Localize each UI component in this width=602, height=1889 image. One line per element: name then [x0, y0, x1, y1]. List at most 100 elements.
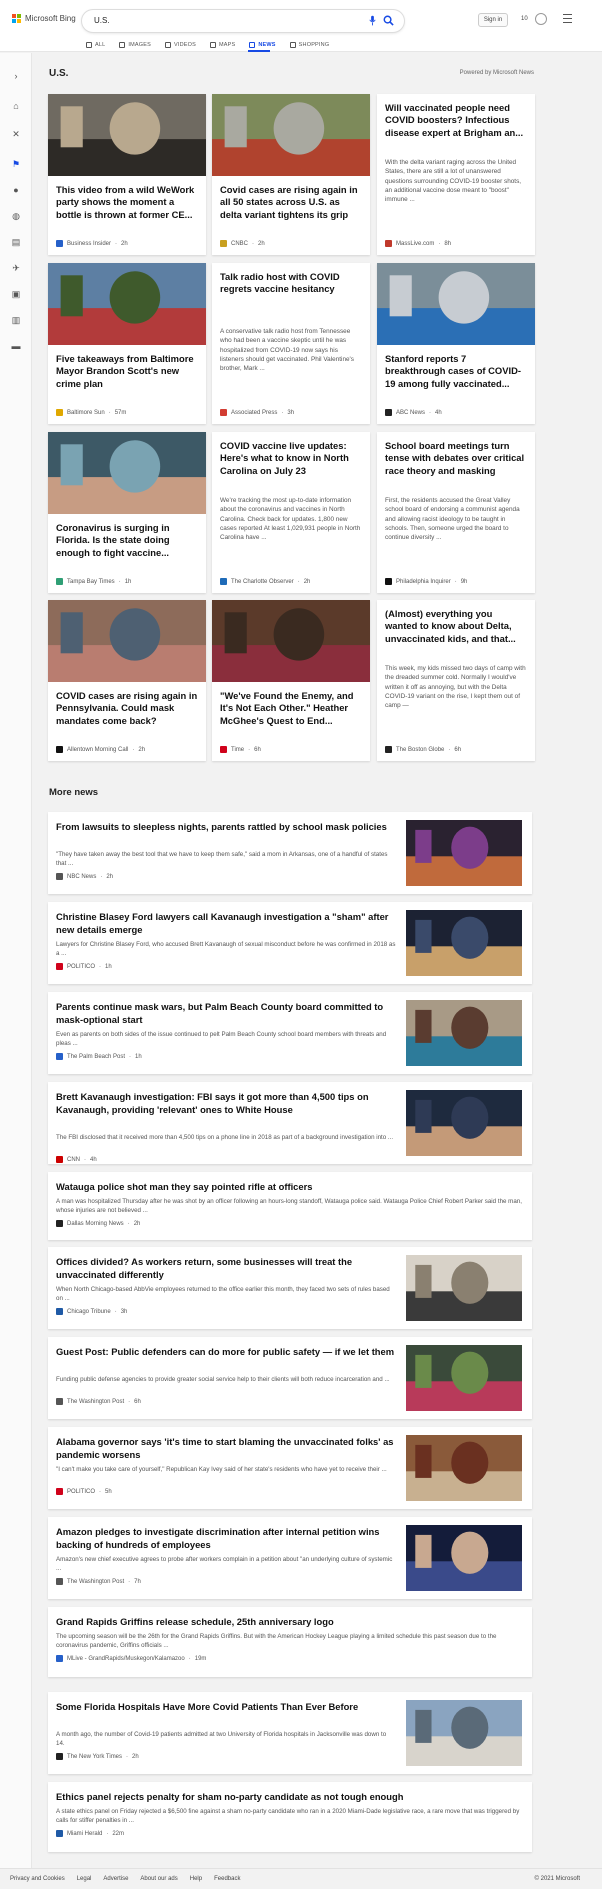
news-card[interactable]: Stanford reports 7 breakthrough cases of… — [377, 263, 535, 424]
news-source[interactable]: CNN · 4h — [56, 1156, 97, 1163]
news-row-headline[interactable]: Parents continue mask wars, but Palm Bea… — [56, 1001, 396, 1026]
expand-icon[interactable]: › — [11, 71, 21, 81]
news-card[interactable]: Talk radio host with COVID regrets vacci… — [212, 263, 370, 424]
news-source[interactable]: The Boston Globe · 6h — [385, 746, 461, 753]
news-row-image[interactable] — [406, 1700, 522, 1766]
news-card[interactable]: Coronavirus is surging in Florida. Is th… — [48, 432, 206, 593]
news-source[interactable]: Time · 6h — [220, 746, 261, 753]
news-image[interactable] — [377, 263, 535, 345]
news-row[interactable]: Guest Post: Public defenders can do more… — [48, 1337, 532, 1419]
news-row[interactable]: Grand Rapids Griffins release schedule, … — [48, 1607, 532, 1677]
news-headline[interactable]: (Almost) everything you wanted to know a… — [385, 608, 527, 645]
news-card[interactable]: Five takeaways from Baltimore Mayor Bran… — [48, 263, 206, 424]
tab-news[interactable]: NEWS — [249, 40, 275, 50]
news-source[interactable]: Tampa Bay Times · 1h — [56, 578, 131, 585]
news-row[interactable]: Watauga police shot man they say pointed… — [48, 1172, 532, 1240]
news-row[interactable]: Alabama governor says 'it's time to star… — [48, 1427, 532, 1509]
news-source[interactable]: The New York Times · 2h — [56, 1753, 139, 1760]
news-source[interactable]: ABC News · 4h — [385, 409, 442, 416]
location-icon[interactable]: ● — [11, 185, 21, 195]
news-row-headline[interactable]: Guest Post: Public defenders can do more… — [56, 1346, 396, 1359]
news-row-image[interactable] — [406, 820, 522, 886]
news-source[interactable]: Dallas Morning News · 2h — [56, 1220, 140, 1227]
flag-icon[interactable]: ⚑ — [11, 159, 21, 169]
news-headline[interactable]: Five takeaways from Baltimore Mayor Bran… — [56, 353, 198, 390]
bing-logo[interactable]: Microsoft Bing — [12, 14, 76, 23]
news-row-headline[interactable]: Christine Blasey Ford lawyers call Kavan… — [56, 911, 396, 936]
science-icon[interactable]: ✈ — [11, 263, 21, 273]
news-row[interactable]: Parents continue mask wars, but Palm Bea… — [48, 992, 532, 1074]
news-row-headline[interactable]: From lawsuits to sleepless nights, paren… — [56, 821, 396, 834]
news-source[interactable]: Associated Press · 3h — [220, 409, 294, 416]
news-source[interactable]: The Washington Post · 6h — [56, 1398, 141, 1405]
footer-link[interactable]: Advertise — [103, 1876, 128, 1882]
news-source[interactable]: Business Insider · 2h — [56, 240, 128, 247]
news-source[interactable]: MLive - GrandRapids/Muskegon/Kalamazoo · 1… — [56, 1655, 206, 1662]
briefcase-icon[interactable]: ▤ — [11, 237, 21, 247]
search-box[interactable]: U.S. — [82, 10, 404, 32]
news-row-headline[interactable]: Grand Rapids Griffins release schedule, … — [56, 1616, 522, 1629]
news-source[interactable]: Miami Herald · 22m — [56, 1830, 124, 1837]
rewards-icon[interactable] — [535, 13, 547, 25]
news-headline[interactable]: Will vaccinated people need COVID booste… — [385, 102, 527, 139]
news-row[interactable]: Amazon pledges to investigate discrimina… — [48, 1517, 532, 1599]
news-card[interactable]: "We've Found the Enemy, and It's Not Eac… — [212, 600, 370, 761]
tab-maps[interactable]: MAPS — [209, 40, 235, 50]
news-row-image[interactable] — [406, 1000, 522, 1066]
news-headline[interactable]: Stanford reports 7 breakthrough cases of… — [385, 353, 527, 390]
news-row-image[interactable] — [406, 1090, 522, 1156]
news-row[interactable]: Brett Kavanaugh investigation: FBI says … — [48, 1082, 532, 1164]
news-headline[interactable]: COVID vaccine live updates: Here's what … — [220, 440, 362, 477]
news-row-headline[interactable]: Amazon pledges to investigate discrimina… — [56, 1526, 396, 1551]
footer-link[interactable]: Help — [190, 1876, 202, 1882]
news-source[interactable]: Baltimore Sun · 57m — [56, 409, 126, 416]
rewards-points[interactable]: 10 — [521, 16, 528, 22]
news-row-headline[interactable]: Some Florida Hospitals Have More Covid P… — [56, 1701, 396, 1714]
news-row-headline[interactable]: Alabama governor says 'it's time to star… — [56, 1436, 396, 1461]
news-source[interactable]: POLITICO · 5h — [56, 1488, 112, 1495]
news-card[interactable]: This video from a wild WeWork party show… — [48, 94, 206, 255]
news-row-image[interactable] — [406, 910, 522, 976]
news-source[interactable]: The Palm Beach Post · 1h — [56, 1053, 142, 1060]
news-row[interactable]: Ethics panel rejects penalty for sham no… — [48, 1782, 532, 1852]
tab-images[interactable]: IMAGES — [119, 40, 151, 50]
news-headline[interactable]: "We've Found the Enemy, and It's Not Eac… — [220, 690, 362, 727]
news-card[interactable]: (Almost) everything you wanted to know a… — [377, 600, 535, 761]
news-image[interactable] — [212, 600, 370, 682]
news-headline[interactable]: COVID cases are rising again in Pennsylv… — [56, 690, 198, 727]
news-source[interactable]: Allentown Morning Call · 2h — [56, 746, 145, 753]
news-headline[interactable]: This video from a wild WeWork party show… — [56, 184, 198, 221]
news-row-image[interactable] — [406, 1345, 522, 1411]
entertainment-icon[interactable]: ▣ — [11, 289, 21, 299]
news-source[interactable]: The Washington Post · 7h — [56, 1578, 141, 1585]
sports-icon[interactable]: ▥ — [11, 315, 21, 325]
home-icon[interactable]: ⌂ — [11, 101, 21, 111]
footer-link[interactable]: About our ads — [140, 1876, 177, 1882]
footer-link[interactable]: Legal — [77, 1876, 92, 1882]
news-image[interactable] — [212, 94, 370, 176]
news-card[interactable]: COVID vaccine live updates: Here's what … — [212, 432, 370, 593]
news-row-image[interactable] — [406, 1525, 522, 1591]
news-row-headline[interactable]: Brett Kavanaugh investigation: FBI says … — [56, 1091, 396, 1116]
news-headline[interactable]: Talk radio host with COVID regrets vacci… — [220, 271, 362, 296]
microphone-icon[interactable] — [369, 15, 376, 26]
news-row[interactable]: Some Florida Hospitals Have More Covid P… — [48, 1692, 532, 1774]
tab-videos[interactable]: VIDEOS — [164, 40, 196, 50]
money-icon[interactable]: ▬ — [11, 341, 21, 351]
news-row-headline[interactable]: Offices divided? As workers return, some… — [56, 1256, 396, 1281]
news-row[interactable]: From lawsuits to sleepless nights, paren… — [48, 812, 532, 894]
news-source[interactable]: POLITICO · 1h — [56, 963, 112, 970]
news-card[interactable]: COVID cases are rising again in Pennsylv… — [48, 600, 206, 761]
news-card[interactable]: School board meetings turn tense with de… — [377, 432, 535, 593]
sign-in-button[interactable]: Sign in — [478, 13, 508, 27]
news-headline[interactable]: Covid cases are rising again in all 50 s… — [220, 184, 362, 221]
news-source[interactable]: NBC News · 2h — [56, 873, 113, 880]
news-card[interactable]: Covid cases are rising again in all 50 s… — [212, 94, 370, 255]
news-image[interactable] — [48, 600, 206, 682]
news-image[interactable] — [48, 94, 206, 176]
news-card[interactable]: Will vaccinated people need COVID booste… — [377, 94, 535, 255]
news-image[interactable] — [48, 432, 206, 514]
tab-all[interactable]: ALL — [86, 40, 105, 50]
news-row-image[interactable] — [406, 1255, 522, 1321]
news-source[interactable]: Philadelphia Inquirer · 9h — [385, 578, 467, 585]
